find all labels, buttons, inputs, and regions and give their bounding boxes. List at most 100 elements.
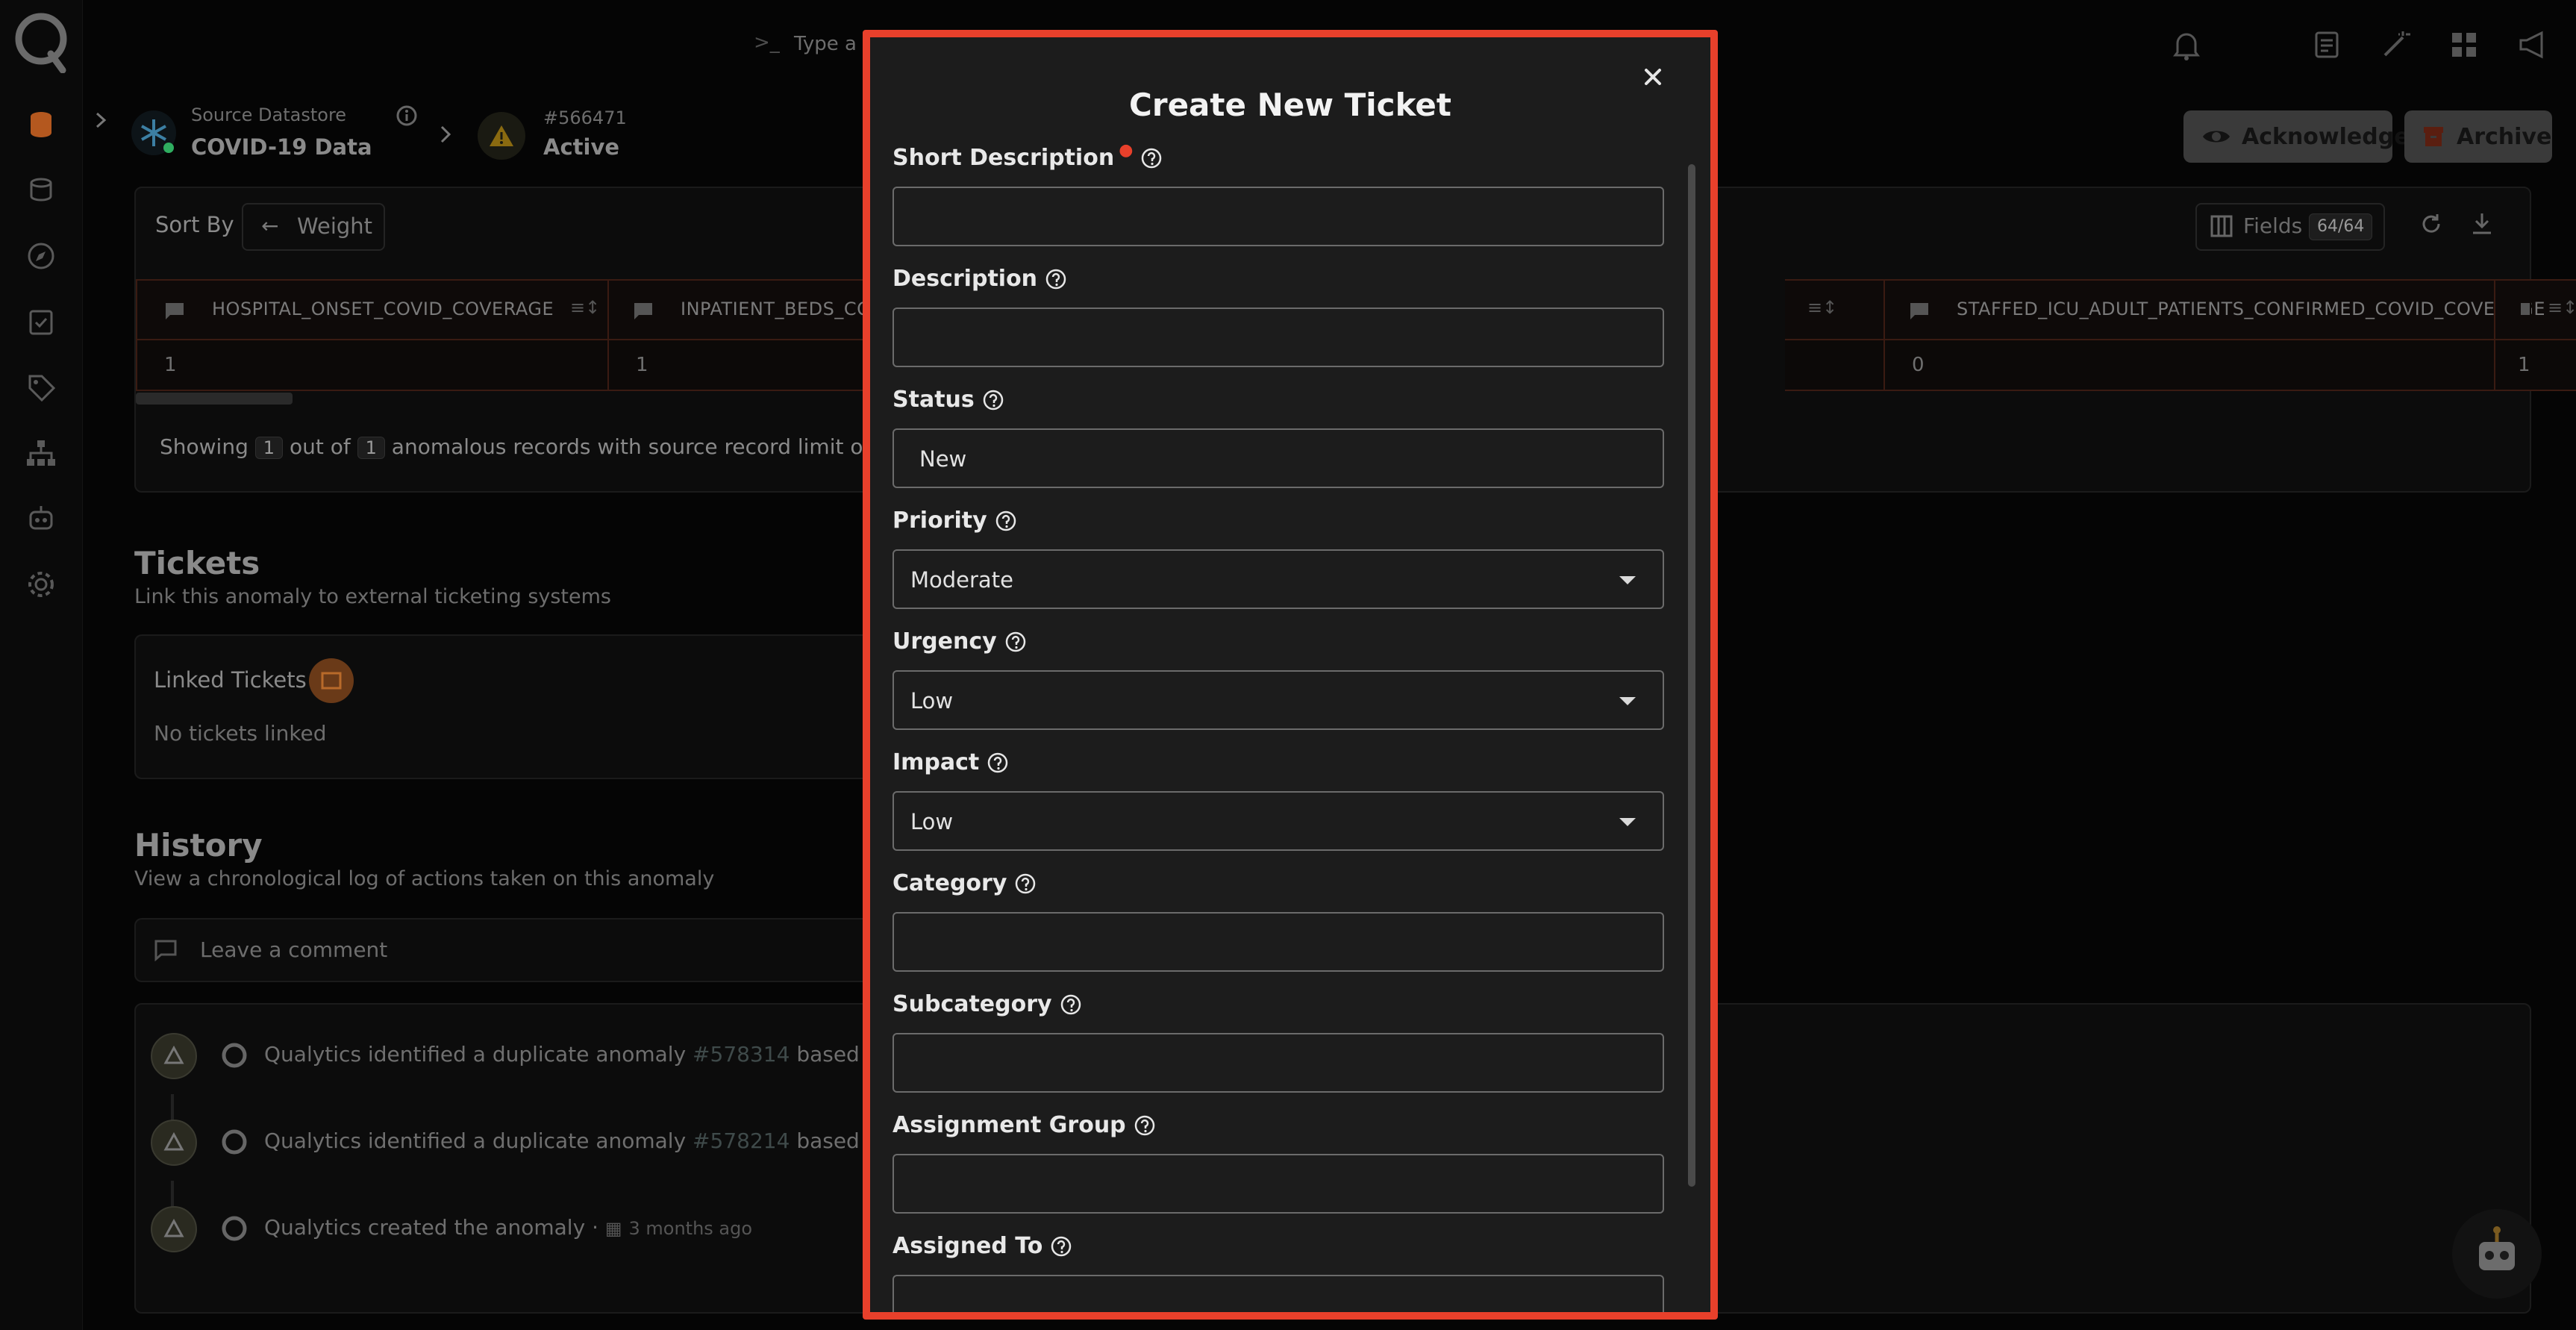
label-text: Status [892, 387, 975, 413]
help-icon[interactable] [1134, 1114, 1156, 1137]
column-name: STAFFED_ICU_ADULT_PATIENTS_CONFIRMED_COV… [1957, 299, 2546, 319]
subcategory-input[interactable] [892, 1033, 1664, 1093]
urgency-label: Urgency [892, 628, 1027, 655]
terminal-icon: >_ [754, 31, 780, 54]
datastore-icon[interactable] [24, 107, 58, 142]
dropdown-caret-icon [1619, 576, 1636, 584]
comment-icon [166, 303, 184, 319]
sort-by-label: Sort By [155, 212, 234, 237]
column-header[interactable]: STAFFED_ICU_ADULT_PATIENTS_CONFIRMED_COV… [1883, 279, 2576, 342]
selected-value: Low [910, 688, 954, 714]
column-name: HOSPITAL_ONSET_COVID_COVERAGE [212, 299, 554, 319]
short-description-input[interactable] [892, 187, 1664, 246]
sort-icon[interactable]: ≡↕ [2548, 297, 2576, 318]
settings-gear-icon[interactable] [24, 567, 58, 602]
cell-value: 0 [1912, 354, 1925, 376]
acknowledge-button[interactable]: Acknowledge [2183, 110, 2410, 163]
eye-icon [2203, 131, 2230, 143]
priority-select[interactable]: Moderate [892, 549, 1664, 609]
download-icon[interactable] [2470, 210, 2494, 236]
warning-icon [151, 1120, 197, 1166]
robot-icon[interactable] [24, 502, 58, 536]
datastore-name[interactable]: COVID-19 Data [191, 134, 372, 160]
hierarchy-icon[interactable] [24, 436, 58, 470]
history-subtitle: View a chronological log of actions take… [134, 867, 715, 890]
anomaly-link[interactable]: #578214 [693, 1128, 790, 1153]
magic-wand-icon[interactable] [2380, 30, 2410, 60]
compass-icon[interactable] [24, 239, 58, 273]
column-header[interactable] [2494, 279, 2531, 342]
label-text: Short Description [892, 145, 1115, 171]
no-tickets-text: No tickets linked [154, 721, 327, 746]
qualytics-icon [222, 1216, 247, 1241]
warning-icon [151, 1033, 197, 1079]
help-icon[interactable] [1140, 147, 1163, 169]
description-input[interactable] [892, 307, 1664, 367]
ticket-icon [309, 658, 354, 703]
columns-icon [2210, 215, 2233, 237]
help-icon[interactable] [1045, 268, 1067, 290]
fields-count-badge: 64/64 [2309, 213, 2373, 240]
history-entry-time: 3 months ago [628, 1218, 753, 1239]
label-text: Impact [892, 749, 980, 775]
help-icon[interactable] [1004, 631, 1027, 653]
sort-icon[interactable]: ≡↕ [1807, 297, 1837, 318]
bell-icon[interactable] [2172, 28, 2201, 61]
category-label: Category [892, 870, 1037, 896]
urgency-select[interactable]: Low [892, 670, 1664, 730]
help-icon[interactable] [982, 389, 1004, 411]
anomaly-link[interactable]: #578314 [693, 1042, 790, 1067]
anomaly-status: Active [543, 134, 620, 160]
column-header[interactable]: HOSPITAL_ONSET_COVID_COVERAGE ≡↕ [136, 279, 610, 342]
help-icon[interactable] [987, 752, 1009, 774]
cell-value: 1 [2518, 354, 2530, 376]
history-entry-text: Qualytics identified a duplicate anomaly [264, 1042, 687, 1067]
impact-label: Impact [892, 749, 1009, 775]
expand-sidebar-chevron-icon[interactable] [93, 110, 109, 130]
summary-total: 1 [357, 437, 385, 459]
assigned-to-input[interactable] [892, 1275, 1664, 1312]
history-entry: Qualytics identified a duplicate anomaly… [264, 1128, 912, 1153]
fields-button[interactable]: Fields 64/64 [2195, 203, 2385, 251]
table-cell: 0 [1883, 339, 2576, 391]
sort-icon[interactable]: ≡↕ [570, 297, 600, 318]
help-icon[interactable] [995, 510, 1017, 532]
archive-button[interactable]: Archive [2404, 110, 2552, 163]
impact-select[interactable]: Low [892, 791, 1664, 851]
qualytics-icon [222, 1043, 247, 1068]
label-text: Assignment Group [892, 1112, 1126, 1138]
linked-tickets-label: Linked Tickets [154, 667, 307, 693]
refresh-icon[interactable] [2419, 212, 2443, 236]
fields-label: Fields [2243, 213, 2303, 238]
label-text: Urgency [892, 628, 997, 655]
assistant-bot-button[interactable] [2452, 1209, 2542, 1299]
category-input[interactable] [892, 912, 1664, 972]
label-text: Description [892, 266, 1038, 292]
qualytics-logo[interactable] [13, 9, 69, 73]
comment-input[interactable]: Leave a comment [134, 918, 882, 982]
dialog-scrollbar[interactable] [1688, 164, 1695, 1187]
sort-weight-button[interactable]: ← Weight [242, 203, 385, 251]
help-icon[interactable] [1014, 872, 1037, 895]
comment-icon [2521, 303, 2530, 315]
checks-icon[interactable] [24, 305, 58, 339]
dropdown-caret-icon [1619, 697, 1636, 705]
assignment-group-input[interactable] [892, 1154, 1664, 1214]
apps-grid-icon[interactable] [2449, 30, 2479, 60]
info-icon[interactable] [396, 104, 418, 127]
comment-outline-icon [154, 940, 177, 961]
megaphone-icon[interactable] [2518, 30, 2549, 60]
help-icon[interactable] [1060, 993, 1082, 1016]
tag-icon[interactable] [24, 370, 58, 405]
history-entry: Qualytics identified a duplicate anomaly… [264, 1042, 912, 1067]
document-icon[interactable] [2312, 30, 2342, 60]
history-entry-text: Qualytics identified a duplicate anomaly [264, 1128, 687, 1153]
explore-icon[interactable] [24, 173, 58, 207]
arrow-left-icon: ← [261, 213, 279, 238]
help-icon[interactable] [1050, 1235, 1072, 1258]
cell-value: 1 [164, 354, 177, 376]
status-input[interactable]: New [892, 428, 1664, 488]
robot-icon [2479, 1226, 2515, 1270]
column-header[interactable]: ≡↕ [1785, 279, 1885, 342]
table-horizontal-scrollbar[interactable] [136, 393, 293, 405]
